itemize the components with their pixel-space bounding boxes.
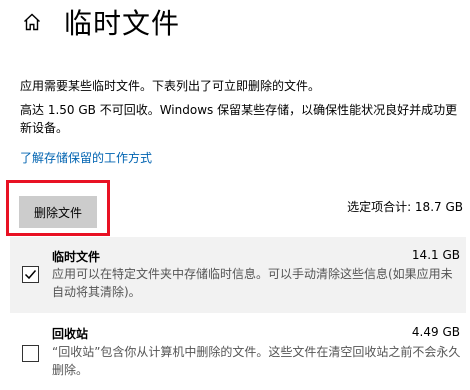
- temp-files-description: 应用可以在特定文件夹中存储临时信息。可以手动清除这些信息(如果应用未自动将其清除…: [52, 267, 453, 299]
- recycle-bin-description: “回收站”包含你从计算机中删除的文件。这些文件在清空回收站之前不会永久删除。: [52, 345, 461, 377]
- recycle-bin-size: 4.49 GB: [411, 325, 460, 339]
- recycle-bin-checkbox[interactable]: [22, 345, 39, 362]
- recycle-bin-name: 回收站: [52, 327, 89, 341]
- delete-files-button[interactable]: 删除文件: [19, 196, 97, 228]
- selected-total: 选定项合计: 18.7 GB: [347, 200, 463, 214]
- reserved-storage-info: 高达 1.50 GB 不可回收。Windows 保留某些存储，以确保性能状况良好…: [20, 103, 458, 135]
- home-icon[interactable]: [22, 12, 42, 32]
- page-title: 临时文件: [64, 7, 181, 40]
- learn-storage-reserve-link[interactable]: 了解存储保留的工作方式: [20, 149, 152, 166]
- checkmark-icon: [24, 270, 37, 280]
- temp-files-checkbox[interactable]: [22, 266, 39, 283]
- temp-files-name: 临时文件: [52, 250, 101, 264]
- page-description: 应用需要某些临时文件。下表列出了可立即删除的文件。: [20, 79, 321, 93]
- temp-files-size: 14.1 GB: [411, 248, 460, 262]
